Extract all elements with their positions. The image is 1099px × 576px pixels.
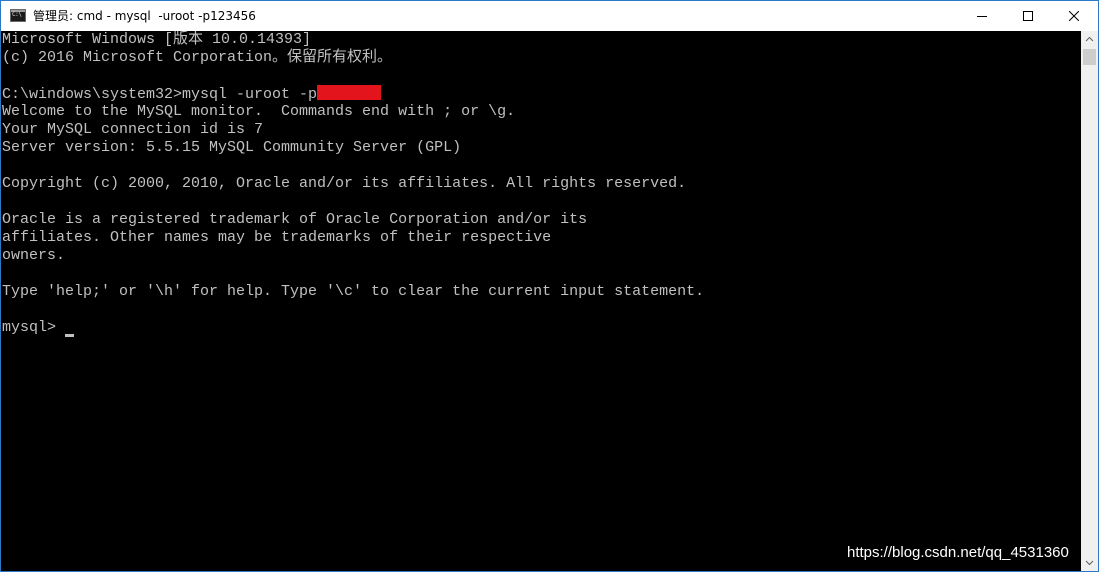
maximize-icon <box>1023 11 1033 21</box>
window-title: 管理员: cmd - mysql -uroot -p123456 <box>33 9 256 23</box>
console-line: Oracle is a registered trademark of Orac… <box>2 211 588 228</box>
console-command-line: C:\windows\system32>mysql -uroot -p <box>2 85 382 103</box>
console-line: (c) 2016 Microsoft Corporation。保留所有权利。 <box>2 49 393 66</box>
title-bar[interactable]: C:\ 管理员: cmd - mysql -uroot -p123456 <box>1 1 1098 31</box>
scroll-down-button[interactable] <box>1081 554 1098 571</box>
console-line: affiliates. Other names may be trademark… <box>2 229 552 246</box>
console-line: Type 'help;' or '\h' for help. Type '\c'… <box>2 283 705 300</box>
console-line: Server version: 5.5.15 MySQL Community S… <box>2 139 462 156</box>
console-window: C:\ 管理员: cmd - mysql -uroot -p123456 Mic… <box>0 0 1099 572</box>
redacted-password <box>317 85 382 100</box>
close-button[interactable] <box>1051 1 1097 31</box>
console-line: Copyright (c) 2000, 2010, Oracle and/or … <box>2 175 687 192</box>
scrollbar-thumb[interactable] <box>1083 49 1096 65</box>
maximize-button[interactable] <box>1005 1 1051 31</box>
console-icon-glyph: C:\ <box>12 11 22 18</box>
minimize-button[interactable] <box>959 1 1005 31</box>
console-line: Your MySQL connection id is 7 <box>2 121 264 138</box>
command-text: C:\windows\system32>mysql -uroot -p <box>2 86 318 103</box>
chevron-down-icon <box>1085 560 1094 566</box>
vertical-scrollbar[interactable] <box>1081 31 1098 571</box>
cmd-console-icon[interactable]: C:\ <box>10 9 26 22</box>
mysql-prompt[interactable]: mysql> <box>2 319 65 337</box>
close-icon <box>1069 11 1079 21</box>
console-line: Microsoft Windows [版本 10.0.14393] <box>2 31 312 48</box>
scroll-up-button[interactable] <box>1081 31 1098 48</box>
watermark-text: https://blog.csdn.net/qq_4531360 <box>847 544 1069 561</box>
text-cursor <box>65 334 74 337</box>
console-output[interactable]: Microsoft Windows [版本 10.0.14393] (c) 20… <box>1 31 1081 571</box>
console-line: Welcome to the MySQL monitor. Commands e… <box>2 103 516 120</box>
minimize-icon <box>977 16 987 17</box>
chevron-up-icon <box>1085 36 1094 42</box>
console-line: owners. <box>2 247 66 264</box>
